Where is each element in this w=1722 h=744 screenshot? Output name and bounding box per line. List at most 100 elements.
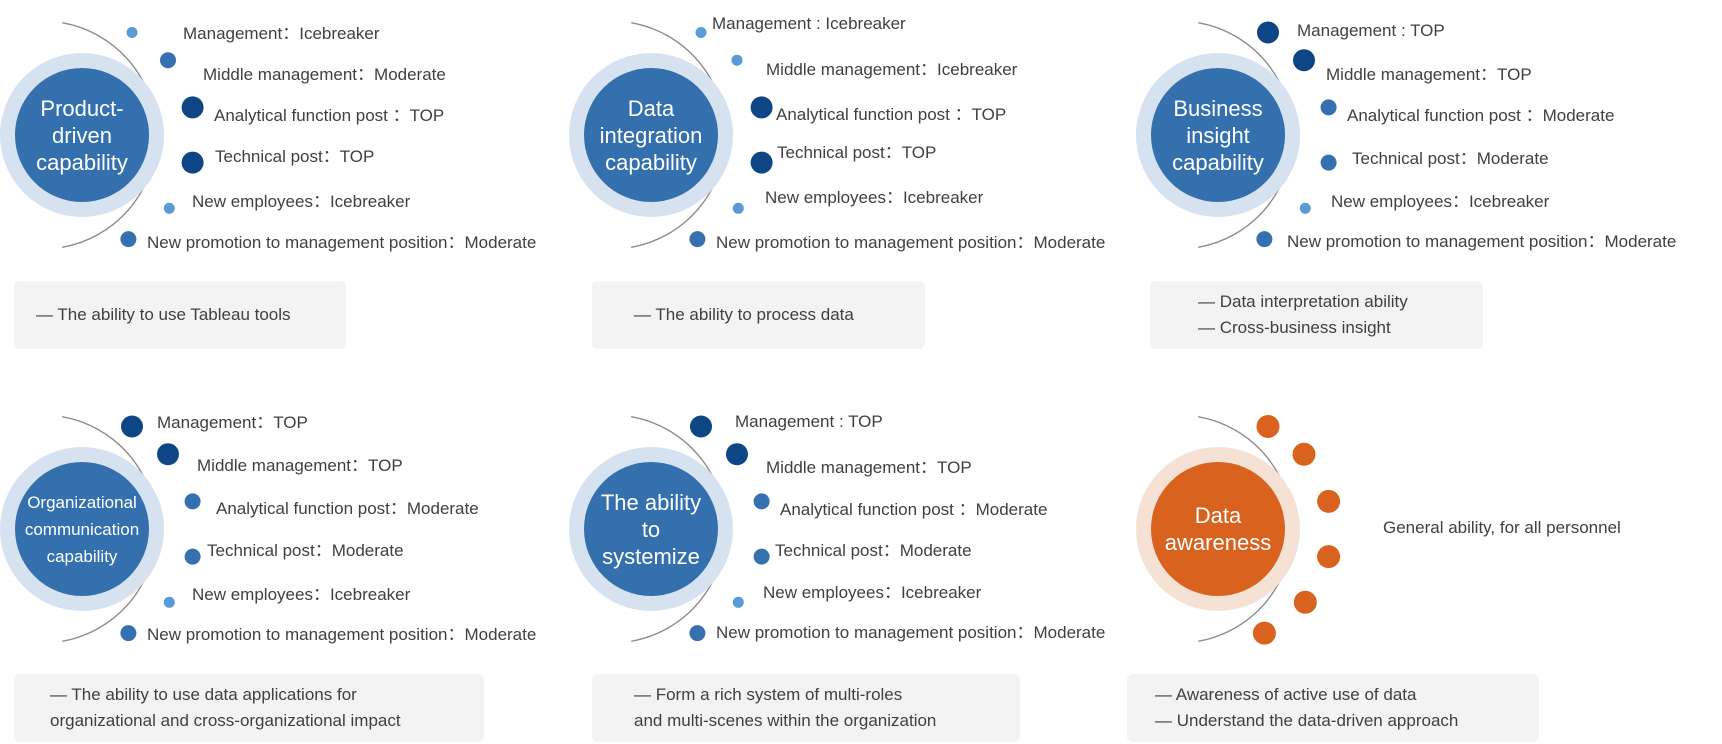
role-level-label: Analytical function post ：TOP xyxy=(776,105,1007,124)
capability-title-line: capability xyxy=(36,149,128,175)
role-level-label: Management：Icebreaker xyxy=(183,24,380,43)
role-level-label: Technical post：TOP xyxy=(215,147,375,166)
description-line: — Form a rich system of multi-roles xyxy=(634,685,903,704)
role-level-label: Analytical function post ：TOP xyxy=(214,106,445,125)
level-dot-icebreaker xyxy=(732,202,744,214)
capability-panel-organizational-communication: Organizational communication capability Man… xyxy=(0,394,570,654)
role-level-label: New promotion to management position：Mod… xyxy=(1287,232,1677,251)
capability-title-line: to xyxy=(641,516,661,542)
capability-title-line: capability xyxy=(1172,149,1264,175)
capability-panel-data-integration: Data integration capability Management : Ic… xyxy=(569,0,1139,260)
level-dot-moderate xyxy=(160,52,176,69)
description-box-product-driven: — The ability to use Tableau tools xyxy=(14,281,346,349)
role-level-label: New promotion to management position：Mod… xyxy=(716,233,1106,252)
level-dot-moderate xyxy=(1256,231,1273,248)
role-level-label: Analytical function post ：Moderate xyxy=(1347,106,1615,125)
role-level-label: Middle management：Icebreaker xyxy=(766,60,1018,79)
capability-title-line: systemize xyxy=(602,543,700,569)
description-line: — Understand the data-driven approach xyxy=(1155,711,1459,730)
description-box-organizational-communication: — The ability to use data applications f… xyxy=(14,674,484,742)
capability-title-line: Organizational xyxy=(27,492,137,512)
description-line: and multi-scenes within the organization xyxy=(634,711,937,730)
capability-title: Business insight capability xyxy=(1151,68,1285,202)
capability-title-line: driven xyxy=(52,122,112,148)
description-line: — Awareness of active use of data xyxy=(1155,685,1417,704)
level-dot-top xyxy=(181,96,204,119)
capability-title-line: Data xyxy=(1194,503,1242,528)
level-dot-icebreaker xyxy=(163,202,175,214)
level-dot-top xyxy=(181,151,204,174)
level-dot-top xyxy=(1257,21,1279,44)
level-dot-moderate xyxy=(753,493,770,510)
level-dot-icebreaker xyxy=(732,596,744,608)
role-level-label: Management : TOP xyxy=(1297,21,1445,40)
level-dot-moderate xyxy=(689,625,706,642)
level-dot-top xyxy=(750,151,773,174)
role-level-label: Technical post：Moderate xyxy=(775,541,972,560)
role-level-label: Middle management：Moderate xyxy=(203,65,446,84)
role-level-label: Management : TOP xyxy=(735,412,883,431)
level-dot-moderate xyxy=(184,548,201,565)
capability-title: Product-driven capability xyxy=(15,68,149,202)
level-dot-moderate xyxy=(1320,99,1337,116)
level-dot-moderate xyxy=(753,548,770,565)
role-level-label: Analytical function post：Moderate xyxy=(216,499,479,518)
capability-title-line: integration xyxy=(599,122,703,148)
role-level-label: New promotion to management position：Mod… xyxy=(716,623,1106,642)
description-line: — The ability to process data xyxy=(634,305,854,324)
level-dot-all xyxy=(1317,489,1341,513)
capability-title: Organizational communication capability xyxy=(15,462,149,596)
capability-title-line: communication xyxy=(24,519,140,539)
description-line: — Data interpretation ability xyxy=(1198,292,1408,311)
description-box-data-integration: — The ability to process data xyxy=(592,281,925,349)
capability-title-line: capability xyxy=(605,149,697,175)
capability-panel-systemize: The ability to systemize Management : TOP Mi… xyxy=(569,394,1139,654)
description-line: — The ability to use Tableau tools xyxy=(36,305,291,324)
role-level-label: Management : Icebreaker xyxy=(712,14,906,33)
description-box-data-awareness: — Awareness of active use of data — Under… xyxy=(1127,674,1539,742)
side-note: General ability, for all personnel xyxy=(1383,518,1621,537)
capability-title: Data awareness xyxy=(1151,462,1285,596)
role-level-label: New promotion to management position：Mod… xyxy=(147,625,537,644)
level-dot-all xyxy=(1292,442,1316,466)
role-level-label: Middle management：TOP xyxy=(197,456,403,475)
role-level-label: New promotion to management position：Mod… xyxy=(147,233,537,252)
role-level-label: New employees：Icebreaker xyxy=(192,585,411,604)
role-level-label: Middle management：TOP xyxy=(766,458,972,477)
description-line: organizational and cross-organizational … xyxy=(50,711,401,730)
role-level-label: Technical post：Moderate xyxy=(207,541,404,560)
role-level-label: Technical post：Moderate xyxy=(1352,149,1549,168)
level-dot-moderate xyxy=(689,231,706,248)
description-line: — The ability to use data applications f… xyxy=(50,685,357,704)
capability-title-line: The ability xyxy=(600,489,702,515)
role-level-label: Management：TOP xyxy=(157,413,308,432)
level-dot-moderate xyxy=(184,493,201,510)
capability-title-line: awareness xyxy=(1164,530,1272,555)
level-dot-icebreaker xyxy=(731,54,743,66)
level-dot-icebreaker xyxy=(163,596,175,608)
capability-panel-data-awareness: Data awareness General ability, for all pe… xyxy=(1136,394,1706,654)
level-dot-all xyxy=(1317,545,1341,569)
role-level-label: New employees：Icebreaker xyxy=(765,188,984,207)
capability-panel-product-driven: Product-driven capability Management：Icebr… xyxy=(0,0,570,260)
capability-panel-business-insight: Business insight capability Management : TO… xyxy=(1136,0,1706,260)
description-box-business-insight: — Data interpretation ability — Cross-bus… xyxy=(1150,281,1483,349)
level-dot-top xyxy=(750,96,773,119)
capability-title-line: Product- xyxy=(40,95,124,121)
level-dot-icebreaker xyxy=(695,27,707,38)
level-dot-top xyxy=(157,443,179,466)
level-dot-icebreaker xyxy=(1299,202,1311,214)
level-dot-icebreaker xyxy=(126,27,138,38)
description-line: — Cross-business insight xyxy=(1198,318,1391,337)
role-level-label: Middle management：TOP xyxy=(1326,65,1532,84)
level-dot-moderate xyxy=(120,231,137,248)
role-level-label: New employees：Icebreaker xyxy=(192,192,411,211)
role-level-label: Analytical function post ：Moderate xyxy=(780,500,1048,519)
description-box-systemize: — Form a rich system of multi-roles and m… xyxy=(592,674,1020,742)
capability-title-line: insight xyxy=(1186,122,1250,148)
level-dot-moderate xyxy=(1320,154,1337,171)
role-level-label: New employees：Icebreaker xyxy=(763,583,982,602)
capability-title-line: Data xyxy=(627,95,675,121)
level-dot-moderate xyxy=(120,625,137,642)
level-dot-top xyxy=(121,415,143,438)
